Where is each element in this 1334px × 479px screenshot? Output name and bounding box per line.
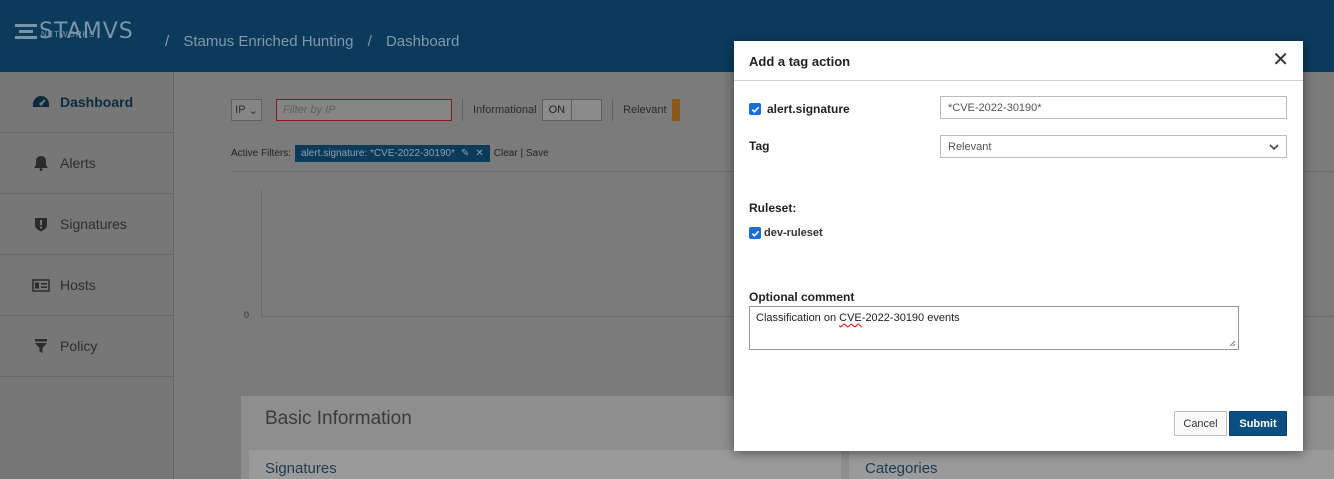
logo-mark-icon (15, 24, 37, 42)
sidebar-item-label: Hosts (60, 277, 96, 293)
comment-label-row: Optional comment (749, 290, 854, 304)
close-icon[interactable]: ✕ (475, 148, 483, 159)
link-divider: | (517, 148, 526, 159)
ruleset-heading-row: Ruleset: (749, 201, 796, 215)
toolbar-divider (462, 99, 463, 121)
filter-tag-text: alert.signature: *CVE-2022-30190* (301, 148, 455, 159)
breadcrumb-page: Dashboard (385, 33, 460, 50)
tag-select-value: Relevant (948, 140, 992, 153)
save-filters-link[interactable]: Save (526, 148, 549, 159)
breadcrumb-separator: / (367, 33, 372, 50)
comment-text-misspelled: CVE (839, 312, 862, 324)
tachometer-icon (32, 94, 50, 110)
active-filters-bar: Active Filters: alert.signature: *CVE-20… (231, 145, 549, 162)
ip-select-label: IP (235, 104, 246, 116)
sidebar-item-policy[interactable]: Policy (0, 316, 173, 377)
sidebar-item-label: Signatures (60, 216, 127, 232)
switch-off-area (571, 100, 602, 120)
bell-icon (32, 155, 50, 171)
dev-ruleset-checkbox[interactable] (749, 227, 761, 239)
ruleset-option-row: dev-ruleset (749, 227, 823, 239)
basic-information-title: Basic Information (265, 408, 412, 429)
signature-value-input[interactable]: *CVE-2022-30190* (940, 96, 1287, 119)
modal-title: Add a tag action (749, 54, 851, 69)
tag-select[interactable]: Relevant (940, 135, 1287, 158)
relevant-switch[interactable] (671, 99, 680, 121)
relevant-label: Relevant (623, 104, 667, 116)
logo-subtext: NETWORKS (41, 30, 96, 39)
sidebar-item-label: Dashboard (60, 94, 134, 110)
clear-filters-link[interactable]: Clear (494, 148, 518, 159)
signature-field-row: alert.signature (749, 102, 850, 116)
cancel-button[interactable]: Cancel (1174, 411, 1227, 436)
chevron-down-icon: ⌄ (245, 104, 258, 117)
submit-button[interactable]: Submit (1229, 411, 1287, 436)
categories-heading: Categories (865, 460, 938, 477)
signatures-panel: Signatures (249, 450, 841, 479)
breadcrumb: / Stamus Enriched Hunting / Dashboard (155, 33, 459, 50)
sidebar-item-alerts[interactable]: Alerts (0, 133, 173, 194)
id-card-icon (32, 277, 50, 293)
filter-toolbar: IP ⌄ Filter by IP Informational ON Relev… (231, 90, 680, 130)
close-icon[interactable]: ✕ (1272, 50, 1289, 70)
shield-icon (32, 216, 50, 232)
chart-y-axis (261, 190, 262, 317)
toolbar-divider (612, 99, 614, 121)
add-tag-action-modal: Add a tag action ✕ alert.signature *CVE-… (734, 41, 1303, 451)
comment-text-suffix: -2022-30190 events (861, 312, 960, 324)
sidebar-item-label: Policy (60, 338, 98, 354)
breadcrumb-app[interactable]: Stamus Enriched Hunting (183, 33, 353, 50)
sidebar: Dashboard Alerts Signatures Hosts Policy (0, 72, 174, 479)
pencil-icon[interactable]: ✎ (461, 148, 469, 159)
resize-handle-icon[interactable] (1229, 340, 1236, 347)
ruleset-label: Ruleset: (749, 201, 797, 215)
signatures-heading: Signatures (265, 460, 337, 477)
comment-text-prefix: Classification on (756, 312, 840, 324)
filter-tag[interactable]: alert.signature: *CVE-2022-30190* ✎ ✕ (295, 145, 490, 162)
ip-filter-input[interactable]: Filter by IP (276, 99, 452, 121)
modal-header: Add a tag action ✕ (734, 41, 1303, 81)
signature-checkbox[interactable] (749, 103, 761, 115)
check-icon (751, 106, 759, 113)
chart-zero-tick: 0 (244, 310, 250, 320)
dev-ruleset-label: dev-ruleset (764, 227, 823, 239)
categories-panel: Categories (849, 450, 1334, 479)
breadcrumb-separator: / (165, 33, 170, 50)
optional-comment-label: Optional comment (749, 290, 855, 304)
tag-row: Tag (749, 139, 769, 153)
sidebar-item-hosts[interactable]: Hosts (0, 255, 173, 316)
filter-icon (32, 338, 50, 354)
signature-field-label: alert.signature (767, 102, 850, 116)
sidebar-item-dashboard[interactable]: Dashboard (0, 72, 173, 133)
comment-textarea[interactable]: Classification on CVE-2022-30190 events (749, 306, 1239, 350)
sidebar-item-signatures[interactable]: Signatures (0, 194, 173, 255)
tag-label: Tag (749, 139, 770, 153)
informational-switch[interactable]: ON (541, 99, 603, 121)
chevron-down-icon (1269, 143, 1279, 150)
ip-filter-select[interactable]: IP ⌄ (231, 99, 262, 121)
switch-on-label: ON (542, 100, 572, 120)
informational-label: Informational (473, 104, 537, 116)
sidebar-item-label: Alerts (60, 155, 96, 171)
check-icon (751, 230, 759, 237)
active-filters-label: Active Filters: (231, 148, 292, 159)
